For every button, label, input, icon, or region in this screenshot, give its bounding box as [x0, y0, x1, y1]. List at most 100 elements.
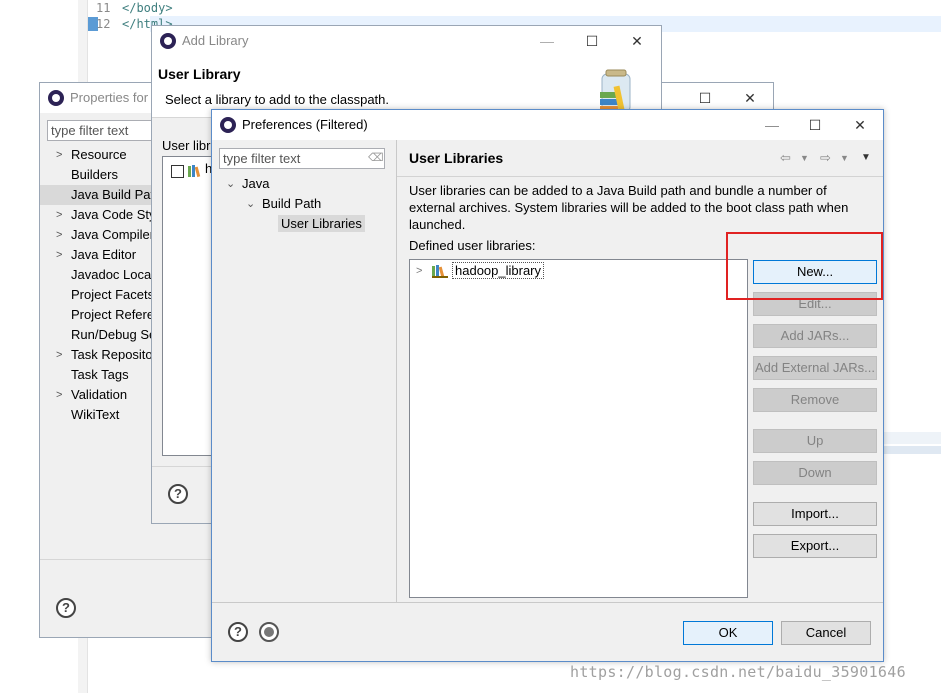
tree-item-label: Task Tags	[71, 367, 129, 382]
up-button[interactable]: Up	[753, 429, 877, 453]
add-external-jars-button[interactable]: Add External JARs...	[753, 356, 877, 380]
tree-item-label: Builders	[71, 167, 118, 182]
remove-button[interactable]: Remove	[753, 388, 877, 412]
import-button[interactable]: Import...	[753, 502, 877, 526]
tree-item-label: Project Facets	[71, 287, 155, 302]
preferences-title: Preferences (Filtered)	[242, 117, 368, 132]
tree-item-label: Validation	[71, 387, 128, 402]
chevron-down-icon: ⌄	[226, 178, 236, 190]
wizard-heading: User Library	[158, 66, 241, 82]
chevron-right-icon: >	[56, 209, 63, 221]
clear-filter-icon[interactable]: ⌫	[368, 152, 384, 164]
wizard-subheading: Select a library to add to the classpath…	[165, 92, 390, 107]
library-checkbox[interactable]	[171, 165, 184, 178]
tree-item-label: Javadoc Location	[71, 267, 155, 282]
tree-item-project-facets[interactable]: Project Facets	[40, 285, 155, 305]
tree-item-task-tags[interactable]: Task Tags	[40, 365, 155, 385]
tree-item-label: Java Editor	[71, 247, 137, 262]
export-button[interactable]: Export...	[753, 534, 877, 558]
divider	[396, 140, 397, 602]
tree-item-run-debug-settings[interactable]: Run/Debug Settings	[40, 325, 155, 345]
tree-item-label: WikiText	[71, 407, 120, 422]
watermark: https://blog.csdn.net/baidu_35901646	[570, 663, 906, 681]
eclipse-icon	[48, 90, 64, 106]
back-arrow-icon[interactable]: ⇦	[780, 150, 791, 166]
cancel-button[interactable]: Cancel	[781, 621, 871, 645]
help-icon[interactable]: ?	[228, 622, 248, 642]
tree-item-resource[interactable]: > Resource	[40, 145, 155, 165]
tree-item-label: Java Build Path	[71, 187, 155, 202]
tree-item-builders[interactable]: Builders	[40, 165, 155, 185]
tree-item-label: Java Code Style	[71, 207, 155, 222]
tree-item-java-build-path[interactable]: Java Build Path	[40, 185, 155, 205]
forward-arrow-icon[interactable]: ⇨	[820, 150, 831, 166]
line-number: 11	[96, 1, 111, 15]
down-button[interactable]: Down	[753, 461, 877, 485]
tree-item-label: Project References	[71, 307, 155, 322]
add-library-titlebar: Add Library — ☐ ✕	[152, 26, 661, 56]
help-icon[interactable]: ?	[168, 484, 188, 504]
tree-item-project-references[interactable]: Project References	[40, 305, 155, 325]
editor-strip	[880, 432, 941, 444]
library-label: hadoop_library	[452, 262, 545, 279]
filter-placeholder: type filter text	[223, 151, 301, 166]
chevron-right-icon: >	[56, 249, 63, 261]
properties-title: Properties for	[70, 90, 149, 105]
minimize-button[interactable]: —	[532, 29, 562, 53]
chevron-right-icon: >	[56, 149, 63, 161]
properties-tree: > Resource Builders Java Build Path > Java…	[40, 145, 155, 425]
line-number: 12	[96, 17, 111, 31]
tree-item-java-editor[interactable]: > Java Editor	[40, 245, 155, 265]
page-description: User libraries can be added to a Java Bu…	[409, 183, 849, 232]
chevron-down-icon: ⌄	[246, 198, 256, 210]
view-menu-icon[interactable]: ▼	[861, 152, 871, 163]
divider	[397, 176, 883, 177]
minimize-button[interactable]: —	[757, 113, 787, 137]
add-jars-button[interactable]: Add JARs...	[753, 324, 877, 348]
ok-button[interactable]: OK	[683, 621, 773, 645]
page-navigation: ⇦ ▼ ⇨ ▼ ▼	[778, 150, 878, 168]
chevron-right-icon: >	[56, 389, 63, 401]
close-button[interactable]: ✕	[622, 29, 652, 53]
help-icon[interactable]: ?	[56, 598, 76, 618]
chevron-right-icon[interactable]: >	[416, 262, 422, 280]
forward-dropdown-icon[interactable]: ▼	[840, 153, 849, 163]
tree-item-label: Java	[242, 176, 270, 191]
eclipse-icon	[220, 117, 236, 133]
tree-item-javadoc-location[interactable]: Javadoc Location	[40, 265, 155, 285]
import-export-icon[interactable]	[259, 622, 279, 642]
preferences-filter-input[interactable]: type filter text ⌫	[219, 148, 385, 169]
tree-item-wikitext[interactable]: WikiText	[40, 405, 155, 425]
preferences-window: Preferences (Filtered) — ☐ ✕ type filter…	[211, 109, 884, 662]
tree-item-label: Build Path	[262, 196, 322, 211]
close-button[interactable]: ✕	[845, 113, 875, 137]
divider	[212, 602, 883, 603]
library-icon	[432, 265, 448, 278]
eclipse-icon	[160, 33, 176, 49]
page-title: User Libraries	[409, 150, 504, 166]
code-text: </body>	[122, 1, 173, 15]
chevron-right-icon: >	[56, 229, 63, 241]
user-library-tree[interactable]: > hadoop_library	[409, 259, 748, 598]
editor-strip	[880, 446, 941, 454]
chevron-right-icon: >	[56, 349, 63, 361]
tree-item-label: User Libraries	[278, 215, 365, 232]
maximize-button[interactable]: ☐	[690, 86, 720, 110]
tree-item-validation[interactable]: > Validation	[40, 385, 155, 405]
tree-item-java-compiler[interactable]: > Java Compiler	[40, 225, 155, 245]
tree-item-task-repository[interactable]: > Task Repository	[40, 345, 155, 365]
tree-item-java[interactable]: ⌄ Java	[212, 174, 392, 194]
preferences-tree: ⌄ Java ⌄ Build Path User Libraries	[212, 174, 392, 234]
properties-filter-input[interactable]: type filter text	[47, 120, 162, 141]
back-dropdown-icon[interactable]: ▼	[800, 153, 809, 163]
tree-item-label: Run/Debug Settings	[71, 327, 155, 342]
code-line: 11 </body>	[96, 0, 173, 16]
tree-item-user-libraries[interactable]: User Libraries	[212, 214, 392, 234]
tree-item-java-code-style[interactable]: > Java Code Style	[40, 205, 155, 225]
maximize-button[interactable]: ☐	[577, 29, 607, 53]
defined-libraries-label: Defined user libraries:	[409, 238, 536, 253]
maximize-button[interactable]: ☐	[800, 113, 830, 137]
tree-item-label: Resource	[71, 147, 127, 162]
tree-item-build-path[interactable]: ⌄ Build Path	[212, 194, 392, 214]
close-button[interactable]: ✕	[735, 86, 765, 110]
